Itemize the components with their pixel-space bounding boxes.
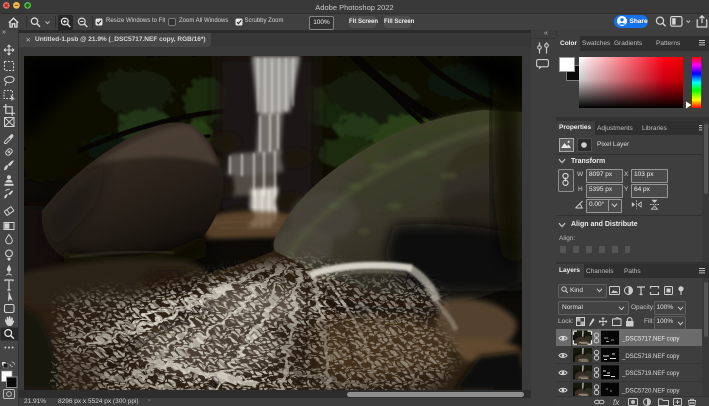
svg-text:_DSC5719.NEF copy: _DSC5719.NEF copy <box>621 371 679 377</box>
svg-text:_DSC5718.NEF copy: _DSC5718.NEF copy <box>621 354 679 360</box>
svg-text:_DSC5720.NEF copy: _DSC5720.NEF copy <box>621 388 679 394</box>
svg-text:fx: fx <box>613 398 620 406</box>
svg-text:_DSC5717.NEF copy: _DSC5717.NEF copy <box>621 337 679 343</box>
